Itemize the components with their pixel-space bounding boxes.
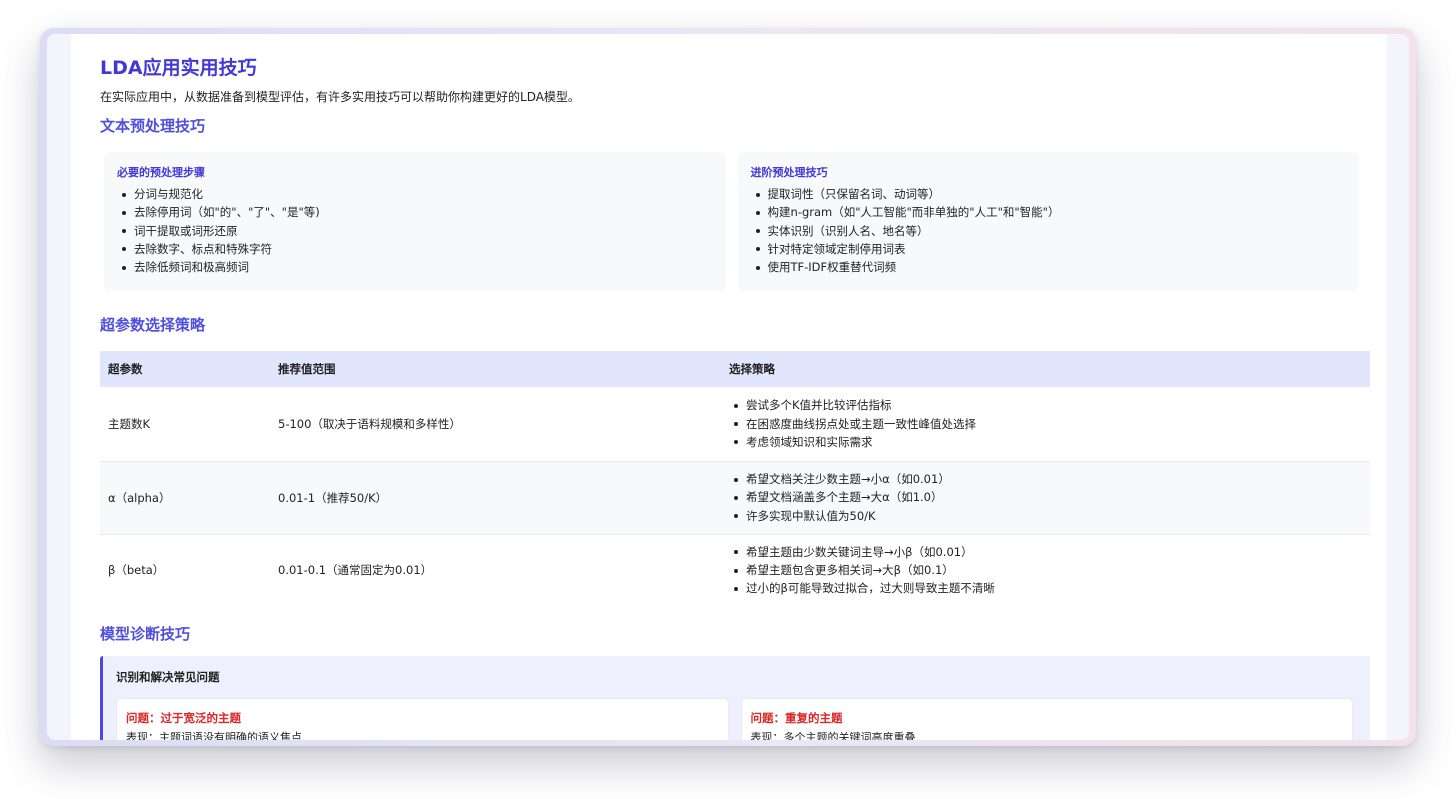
list-item: 词干提取或词形还原 (117, 222, 714, 240)
problem-description: 表现：主题词语没有明确的语义焦点 (126, 731, 302, 740)
list-item: 过小的β可能导致过拟合，过大则导致主题不清晰 (729, 579, 1362, 597)
strategy-cell: 尝试多个K值并比较评估指标 在困惑度曲线拐点处或主题一致性峰值处选择 考虑领域知… (721, 387, 1370, 462)
list-item: 尝试多个K值并比较评估指标 (729, 396, 1362, 414)
column-header-range: 推荐值范围 (270, 351, 721, 387)
column-header-strategy: 选择策略 (721, 351, 1370, 387)
card-title: 进阶预处理技巧 (750, 166, 828, 179)
table-row: α（alpha） 0.01-1（推荐50/K） 希望文档关注少数主题→小α（如0… (100, 461, 1370, 535)
preprocessing-heading: 文本预处理技巧 (100, 117, 206, 135)
list-item: 提取词性（只保留名词、动词等） (751, 185, 1348, 203)
table-row: 主题数K 5-100（取决于语料规模和多样性） 尝试多个K值并比较评估指标 在困… (100, 387, 1370, 462)
strategy-list: 希望主题由少数关键词主导→小β（如0.01） 希望主题包含更多相关词→大β（如0… (729, 543, 1362, 598)
hyperparams-table: 超参数 推荐值范围 选择策略 主题数K 5-100（取决于语料规模和多样性） 尝… (100, 351, 1370, 606)
list-item: 分词与规范化 (117, 185, 714, 203)
list-item: 针对特定领域定制停用词表 (751, 240, 1348, 258)
card-title: 必要的预处理步骤 (117, 166, 205, 179)
list-item: 实体识别（识别人名、地名等） (751, 222, 1348, 240)
problem-card-duplicate-topics: 问题：重复的主题 表现：多个主题的关键词高度重叠 (740, 698, 1353, 740)
list-item: 在困惑度曲线拐点处或主题一致性峰值处选择 (729, 415, 1362, 433)
table-row: β（beta） 0.01-0.1（通常固定为0.01） 希望主题由少数关键词主导… (100, 534, 1370, 606)
diagnosis-callout: 识别和解决常见问题 问题：过于宽泛的主题 表现：主题词语没有明确的语义焦点 问题… (100, 656, 1370, 740)
strategy-cell: 希望主题由少数关键词主导→小β（如0.01） 希望主题包含更多相关词→大β（如0… (721, 534, 1370, 606)
essential-steps-card: 必要的预处理步骤 分词与规范化 去除停用词（如"的"、"了"、"是"等) 词干提… (104, 152, 726, 291)
list-item: 去除低频词和极高频词 (117, 258, 714, 276)
range-cell: 0.01-1（推荐50/K） (270, 461, 721, 535)
problem-title: 问题：过于宽泛的主题 (126, 711, 241, 725)
range-cell: 0.01-0.1（通常固定为0.01） (270, 534, 721, 606)
strategy-list: 尝试多个K值并比较评估指标 在困惑度曲线拐点处或主题一致性峰值处选择 考虑领域知… (729, 396, 1362, 451)
article-content: LDA应用实用技巧 在实际应用中，从数据准备到模型评估，有许多实用技巧可以帮助你… (71, 34, 1387, 740)
range-cell: 5-100（取决于语料规模和多样性） (270, 387, 721, 462)
list-item: 去除停用词（如"的"、"了"、"是"等) (117, 203, 714, 221)
list-item: 去除数字、标点和特殊字符 (117, 240, 714, 258)
advanced-techniques-list: 提取词性（只保留名词、动词等） 构建n-gram（如"人工智能"而非单独的"人工… (751, 185, 1348, 276)
browser-window: LDA应用实用技巧 在实际应用中，从数据准备到模型评估，有许多实用技巧可以帮助你… (40, 28, 1416, 746)
problem-title: 问题：重复的主题 (750, 711, 843, 725)
preprocessing-cards: 必要的预处理步骤 分词与规范化 去除停用词（如"的"、"了"、"是"等) 词干提… (104, 152, 1359, 291)
essential-steps-list: 分词与规范化 去除停用词（如"的"、"了"、"是"等) 词干提取或词形还原 去除… (117, 185, 714, 276)
list-item: 考虑领域知识和实际需求 (729, 433, 1362, 451)
param-cell: α（alpha） (100, 461, 270, 535)
list-item: 希望主题由少数关键词主导→小β（如0.01） (729, 543, 1362, 561)
param-cell: β（beta） (100, 534, 270, 606)
strategy-list: 希望文档关注少数主题→小α（如0.01） 希望文档涵盖多个主题→大α（如1.0）… (729, 470, 1362, 525)
list-item: 使用TF-IDF权重替代词频 (751, 258, 1348, 276)
list-item: 希望主题包含更多相关词→大β（如0.1） (729, 561, 1362, 579)
list-item: 希望文档关注少数主题→小α（如0.01） (729, 470, 1362, 488)
hyperparams-heading: 超参数选择策略 (100, 316, 206, 334)
param-cell: 主题数K (100, 387, 270, 462)
list-item: 希望文档涵盖多个主题→大α（如1.0） (729, 488, 1362, 506)
list-item: 构建n-gram（如"人工智能"而非单独的"人工"和"智能"） (751, 203, 1348, 221)
advanced-techniques-card: 进阶预处理技巧 提取词性（只保留名词、动词等） 构建n-gram（如"人工智能"… (737, 152, 1359, 291)
page-title: LDA应用实用技巧 (100, 57, 257, 79)
viewport-frame: LDA应用实用技巧 在实际应用中，从数据准备到模型评估，有许多实用技巧可以帮助你… (47, 34, 1409, 740)
problem-description: 表现：多个主题的关键词高度重叠 (750, 731, 916, 740)
diagnosis-heading: 模型诊断技巧 (100, 625, 191, 643)
strategy-cell: 希望文档关注少数主题→小α（如0.01） 希望文档涵盖多个主题→大α（如1.0）… (721, 461, 1370, 535)
column-header-param: 超参数 (100, 351, 270, 387)
problem-cards: 问题：过于宽泛的主题 表现：主题词语没有明确的语义焦点 问题：重复的主题 表现：… (116, 698, 1353, 740)
callout-title: 识别和解决常见问题 (116, 670, 220, 684)
table-header-row: 超参数 推荐值范围 选择策略 (100, 351, 1370, 387)
problem-card-broad-topics: 问题：过于宽泛的主题 表现：主题词语没有明确的语义焦点 (116, 698, 729, 740)
intro-text: 在实际应用中，从数据准备到模型评估，有许多实用技巧可以帮助你构建更好的LDA模型… (100, 90, 580, 104)
list-item: 许多实现中默认值为50/K (729, 507, 1362, 525)
